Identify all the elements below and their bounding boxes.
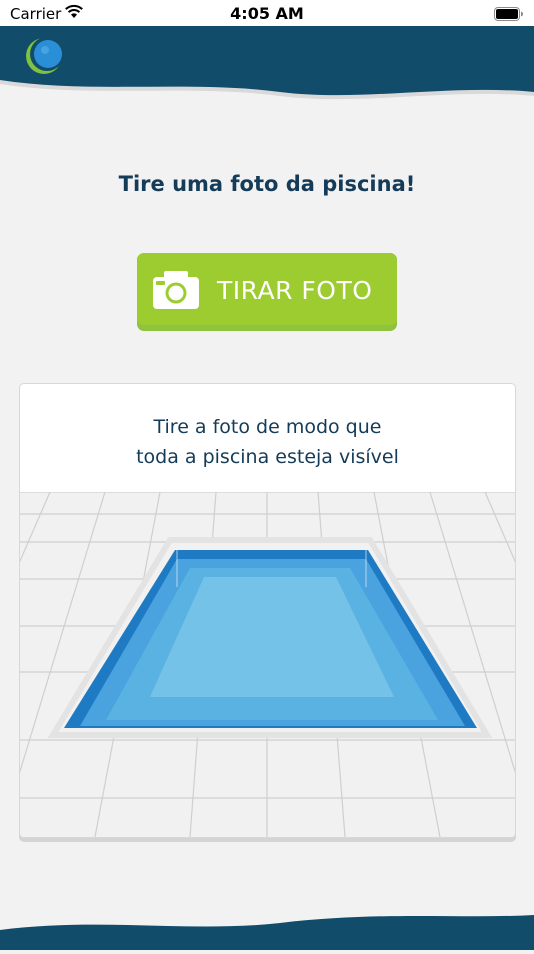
instruction-card: Tire a foto de modo que toda a piscina e… [19, 383, 516, 838]
instruction-text: Tire a foto de modo que toda a piscina e… [20, 412, 515, 472]
clock: 4:05 AM [230, 4, 304, 23]
page-title: Tire uma foto da piscina! [118, 172, 416, 196]
app-header [0, 26, 534, 106]
battery-icon [494, 7, 524, 25]
take-photo-button[interactable]: TIRAR FOTO [137, 253, 397, 331]
app-logo-icon [24, 36, 64, 80]
instruction-line-2: toda a piscina esteja visível [136, 446, 399, 468]
instruction-line-1: Tire a foto de modo que [153, 416, 382, 438]
camera-icon [153, 271, 199, 313]
pool-illustration [20, 492, 515, 837]
take-photo-label: TIRAR FOTO [217, 276, 373, 305]
app-footer [0, 905, 534, 950]
